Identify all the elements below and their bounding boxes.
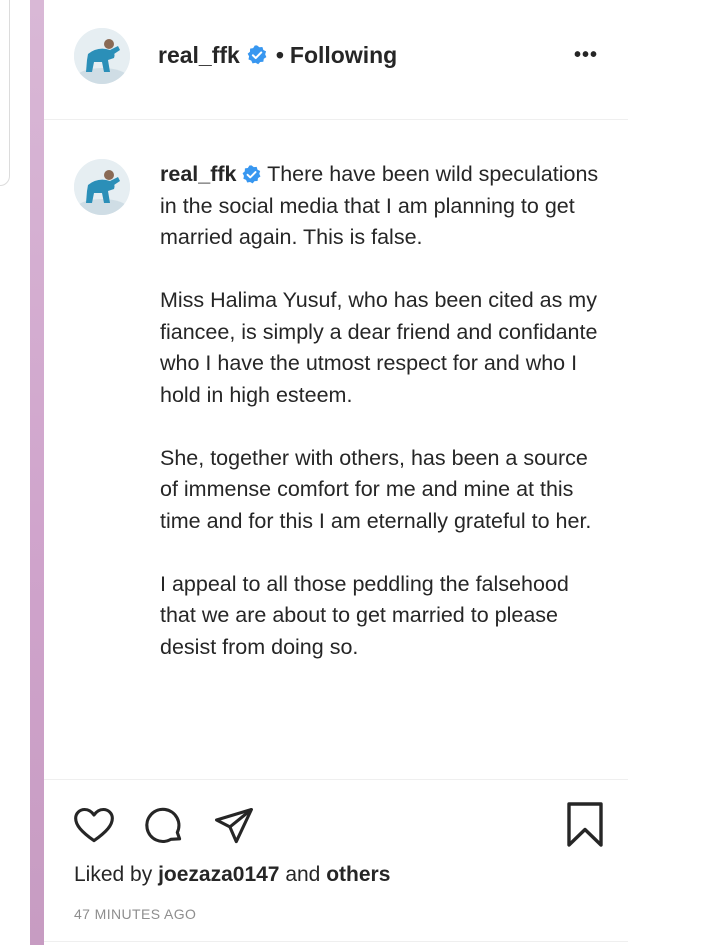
liked-by-others-link[interactable]: others (326, 863, 390, 886)
header-user-line: real_ffk • Following (158, 38, 397, 72)
following-button[interactable]: Following (290, 42, 397, 69)
bookmark-icon[interactable] (562, 800, 608, 850)
username-link[interactable]: real_ffk (158, 42, 240, 69)
post-bottom-border (44, 941, 628, 942)
likes-connector: and (285, 863, 321, 886)
side-accent-bar (30, 0, 44, 945)
caption-paragraph-3: She, together with others, has been a so… (160, 445, 592, 533)
caption-username-label: real_ffk (160, 162, 237, 186)
liked-by-user-link[interactable]: joezaza0147 (158, 863, 279, 886)
post-timestamp[interactable]: 47 MINUTES AGO (74, 904, 196, 924)
avatar-image (74, 28, 130, 84)
caption-section: real_ffk There have been wild speculatio… (44, 121, 628, 779)
paper-plane-icon[interactable] (212, 804, 256, 848)
heart-icon[interactable] (72, 804, 116, 848)
avatar[interactable] (74, 28, 130, 84)
likes-prefix: Liked by (74, 863, 153, 886)
screenshot-stage: real_ffk • Following ••• real_ffk There … (0, 0, 720, 945)
comment-bubble-icon[interactable] (142, 804, 186, 848)
caption-text: real_ffk There have been wild speculatio… (160, 159, 600, 695)
verified-badge-icon (241, 164, 262, 185)
more-options-button[interactable]: ••• (569, 40, 603, 70)
actions-divider (44, 779, 628, 780)
action-bar (44, 790, 628, 860)
caption-avatar[interactable] (74, 159, 130, 215)
likes-line: Liked by joezaza0147 and others (74, 861, 390, 889)
verified-badge-icon (246, 44, 268, 66)
background-card-edge (0, 0, 10, 186)
caption-paragraph-2: Miss Halima Yusuf, who has been cited as… (160, 288, 598, 407)
caption-username[interactable]: real_ffk (160, 159, 262, 191)
avatar-image (74, 159, 130, 215)
instagram-post: real_ffk • Following ••• real_ffk There … (44, 0, 628, 945)
caption-paragraph-4: I appeal to all those peddling the false… (160, 571, 569, 659)
caption-paragraph-1: real_ffk There have been wild speculatio… (160, 159, 600, 254)
separator-dot: • (275, 41, 284, 68)
post-header: real_ffk • Following ••• (44, 0, 628, 120)
